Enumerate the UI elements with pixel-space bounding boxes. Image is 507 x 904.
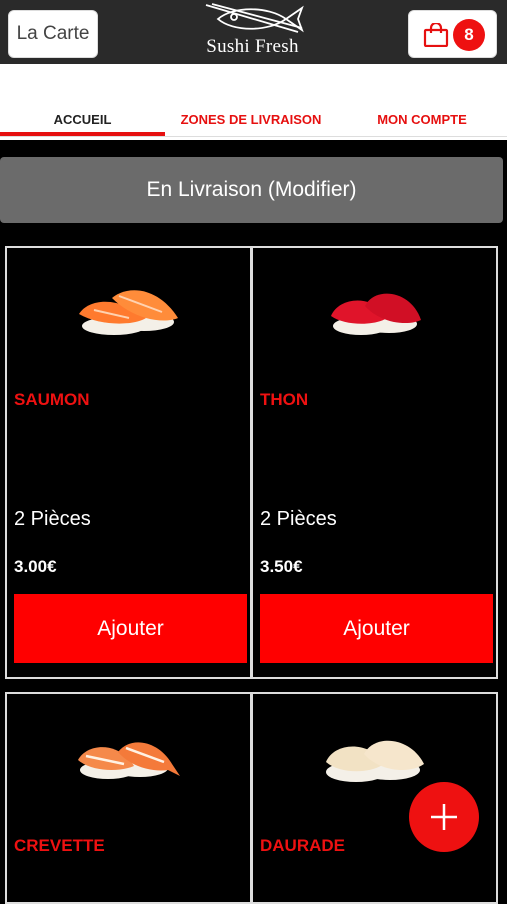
product-image-crevette <box>7 730 250 790</box>
tab-zones-de-livraison[interactable]: ZONES DE LIVRAISON <box>165 112 337 127</box>
product-card-crevette: CREVETTE <box>5 692 252 904</box>
add-to-cart-button[interactable]: Ajouter <box>14 594 247 663</box>
product-image-saumon <box>7 278 250 343</box>
product-name: SAUMON <box>14 390 90 409</box>
nav-divider <box>0 136 507 137</box>
product-pieces: 2 Pièces <box>260 508 337 530</box>
product-name: CREVETTE <box>14 836 105 855</box>
product-card-saumon: SAUMON 2 Pièces 3.00€ Ajouter <box>5 246 252 679</box>
plus-icon <box>431 804 457 830</box>
product-image-thon <box>253 282 496 344</box>
product-name: THON <box>260 390 309 409</box>
product-image-daurade <box>253 730 496 790</box>
product-name: DAURADE <box>260 836 345 855</box>
top-bar: La Carte Sushi Fresh 8 <box>0 0 507 64</box>
main-nav: ACCUEIL ZONES DE LIVRAISON MON COMPTE <box>0 64 507 140</box>
product-price: 3.00€ <box>14 557 57 576</box>
cart-count-badge: 8 <box>453 19 485 51</box>
product-card-thon: THON 2 Pièces 3.50€ Ajouter <box>251 246 498 679</box>
product-pieces: 2 Pièces <box>14 508 91 530</box>
product-price: 3.50€ <box>260 557 303 576</box>
cart-button[interactable]: 8 <box>408 10 497 58</box>
fish-logo-icon <box>205 3 304 33</box>
add-to-cart-button[interactable]: Ajouter <box>260 594 493 663</box>
brand-logo[interactable]: Sushi Fresh <box>190 2 315 62</box>
tab-accueil[interactable]: ACCUEIL <box>0 112 165 127</box>
add-fab-button[interactable] <box>409 782 479 852</box>
tab-mon-compte[interactable]: MON COMPTE <box>337 112 507 127</box>
shopping-bag-icon <box>423 23 449 47</box>
brand-name: Sushi Fresh <box>206 36 299 57</box>
delivery-mode-button[interactable]: En Livraison (Modifier) <box>0 157 503 223</box>
la-carte-button[interactable]: La Carte <box>8 10 98 58</box>
